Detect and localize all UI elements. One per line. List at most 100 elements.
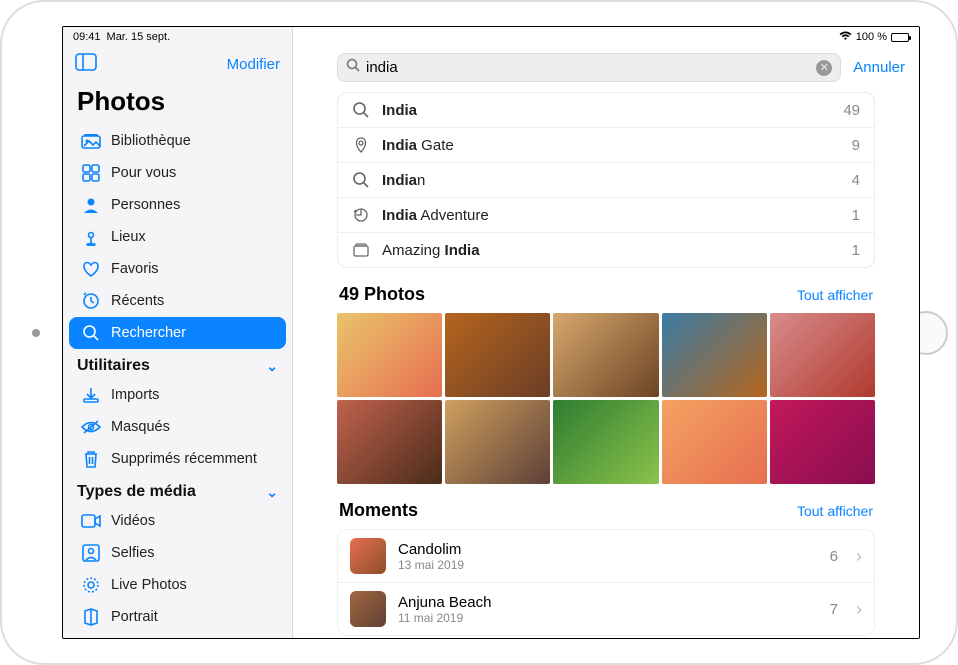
suggestion-row[interactable]: Amazing India 1 [338,233,874,267]
sidebar-title: Photos [63,84,292,125]
photo-thumbnail[interactable] [662,313,767,397]
content-scroll[interactable]: India 49 India Gate9 Indian 4 India Adventure… [293,88,919,638]
chevron-right-icon: › [850,546,862,567]
suggestion-text: India Adventure [382,207,840,224]
device-camera [32,329,40,337]
sidebar-toggle-icon[interactable] [75,53,97,76]
ipad-frame: 09:41 Mar. 15 sept. 100 % Modifier Photo… [0,0,958,665]
sidebar-item-selfie[interactable]: Selfies [69,537,286,569]
moments-header: Moments [339,500,418,521]
chevron-down-icon: ⌄ [266,358,278,375]
video-icon [81,511,101,531]
people-icon [81,195,101,215]
suggestion-row[interactable]: India Adventure 1 [338,198,874,233]
suggestion-text: Amazing India [382,242,840,259]
sidebar-item-label: Supprimés récemment [111,451,257,467]
search-icon [352,171,370,189]
sidebar-item-label: Favoris [111,261,159,277]
modify-button[interactable]: Modifier [227,56,280,73]
moment-thumbnail [350,538,386,574]
sidebar-item-search[interactable]: Rechercher [69,317,286,349]
sidebar-item-label: Rechercher [111,325,186,341]
photo-thumbnail[interactable] [337,400,442,484]
portrait-icon [81,607,101,627]
moment-title: Candolim [398,541,818,558]
sidebar-item-label: Pour vous [111,165,176,181]
suggestion-count: 4 [852,172,860,189]
search-box[interactable]: ✕ [337,53,841,82]
download-icon [81,385,101,405]
section-media-label: Types de média [77,483,196,501]
photo-thumbnail[interactable] [445,400,550,484]
sidebar-item-label: Lieux [111,229,146,245]
moment-date: 11 mai 2019 [398,611,818,625]
live-icon [81,575,101,595]
clock-icon [81,291,101,311]
moment-count: 6 [830,548,838,565]
photo-thumbnail[interactable] [770,400,875,484]
suggestion-text: India [382,102,831,119]
photo-thumbnail[interactable] [662,400,767,484]
photos-header: 49 Photos [339,284,425,305]
search-icon [352,101,370,119]
moments-list: Candolim13 mai 2019 6 › Anjuna Beach11 mai … [337,529,875,636]
sidebar-item-hidden[interactable]: Masqués [69,411,286,443]
selfie-icon [81,543,101,563]
trip-icon [352,206,370,224]
photo-thumbnail[interactable] [445,313,550,397]
suggestions-list: India 49 India Gate9 Indian 4 India Adventure… [337,92,875,268]
search-row: ✕ Annuler [293,47,919,88]
places-icon [81,227,101,247]
moment-thumbnail [350,591,386,627]
search-icon [346,58,360,77]
photo-thumbnail[interactable] [770,313,875,397]
suggestion-count: 1 [852,207,860,224]
photo-thumbnail[interactable] [337,313,442,397]
moment-body: Anjuna Beach11 mai 2019 [398,594,818,625]
section-utilities[interactable]: Utilitaires ⌄ [63,349,292,379]
photo-thumbnail[interactable] [553,313,658,397]
sidebar-item-label: Récents [111,293,164,309]
album-icon [352,241,370,259]
sidebar-item-live[interactable]: Live Photos [69,569,286,601]
sidebar-item-clock[interactable]: Récents [69,285,286,317]
search-icon [81,323,101,343]
show-all-moments[interactable]: Tout afficher [797,503,873,519]
library-icon [81,131,101,151]
sidebar-item-foryou[interactable]: Pour vous [69,157,286,189]
moment-date: 13 mai 2019 [398,558,818,572]
suggestion-row[interactable]: Indian 4 [338,163,874,198]
suggestion-count: 49 [843,102,860,119]
sidebar-item-label: Bibliothèque [111,133,191,149]
photo-thumbnail[interactable] [553,400,658,484]
suggestion-count: 1 [852,242,860,259]
sidebar-item-label: Vidéos [111,513,155,529]
sidebar-item-heart[interactable]: Favoris [69,253,286,285]
screen: 09:41 Mar. 15 sept. 100 % Modifier Photo… [62,26,920,639]
clear-search-icon[interactable]: ✕ [816,60,832,76]
sidebar-item-download[interactable]: Imports [69,379,286,411]
sidebar-item-people[interactable]: Personnes [69,189,286,221]
photo-grid [337,313,875,484]
sidebar-item-library[interactable]: Bibliothèque [69,125,286,157]
sidebar-item-label: Live Photos [111,577,187,593]
sidebar-item-trash[interactable]: Supprimés récemment [69,443,286,475]
sidebar-item-video[interactable]: Vidéos [69,505,286,537]
moment-count: 7 [830,601,838,618]
sidebar: Modifier Photos Bibliothèque Pour vous Per… [63,27,293,638]
section-media[interactable]: Types de média ⌄ [63,475,292,505]
search-input[interactable] [366,59,810,76]
suggestion-row[interactable]: India Gate9 [338,128,874,163]
suggestion-text: India Gate [382,137,840,154]
suggestion-text: Indian [382,172,840,189]
show-all-photos[interactable]: Tout afficher [797,287,873,303]
sidebar-item-label: Masqués [111,419,170,435]
sidebar-item-portrait[interactable]: Portrait [69,601,286,633]
sidebar-item-label: Imports [111,387,159,403]
moment-row[interactable]: Candolim13 mai 2019 6 › [338,530,874,583]
sidebar-item-places[interactable]: Lieux [69,221,286,253]
suggestion-row[interactable]: India 49 [338,93,874,128]
moment-row[interactable]: Anjuna Beach11 mai 20197› [338,583,874,635]
main-panel: ✕ Annuler India49India Gate9Indian4India… [293,27,919,638]
cancel-button[interactable]: Annuler [849,59,909,76]
